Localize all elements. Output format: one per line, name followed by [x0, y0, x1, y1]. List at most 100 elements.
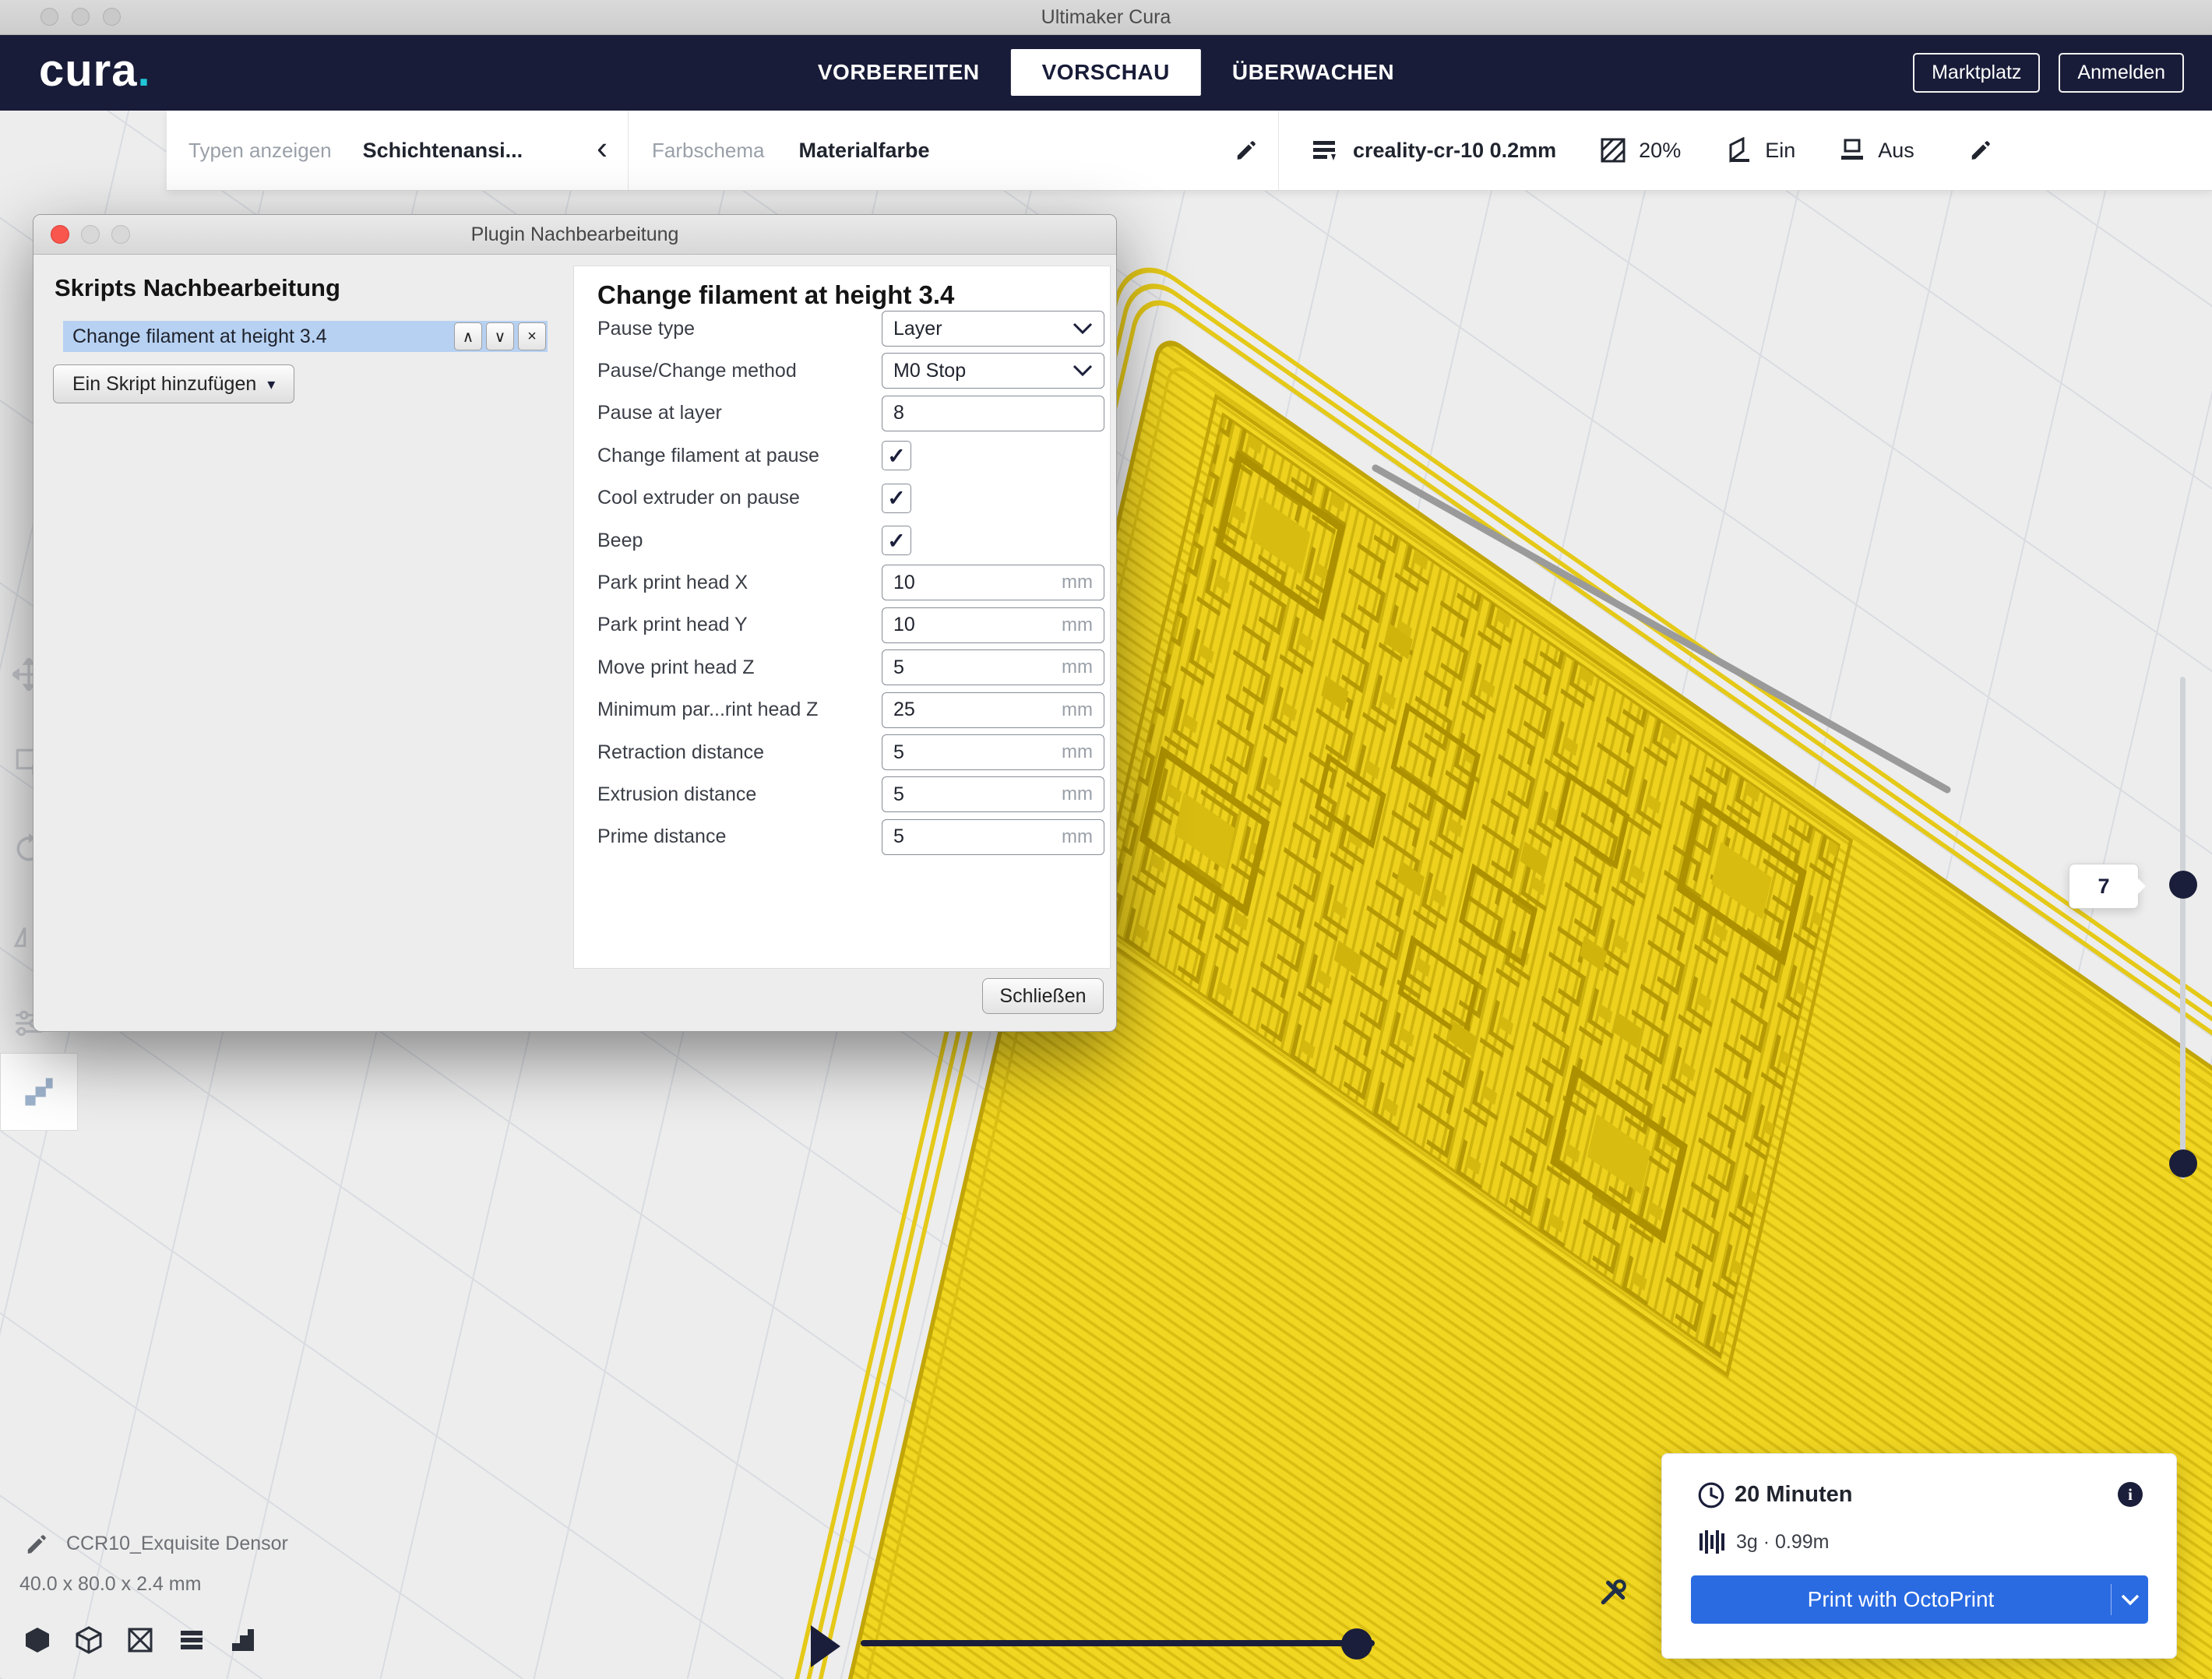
field-input[interactable]: 5mm	[882, 734, 1104, 770]
rename-model-icon[interactable]	[25, 1533, 48, 1556]
close-window-button[interactable]	[41, 8, 58, 26]
window-controls	[41, 8, 121, 26]
model-list-tile[interactable]	[0, 1053, 78, 1131]
field-select[interactable]: M0 Stop	[882, 353, 1104, 389]
layer-slider-track[interactable]	[2180, 677, 2186, 1179]
layer-number: 7	[2098, 875, 2109, 899]
dialog-close-traffic-button[interactable]	[51, 225, 69, 244]
color-scheme-value[interactable]: Materialfarbe	[799, 139, 930, 163]
print-options-dropdown[interactable]	[2112, 1575, 2148, 1624]
remove-script-button[interactable]: ×	[518, 322, 546, 350]
cura-window: 7 CCR10_Exquisite Densor 40.0 x 80.0 x 2…	[0, 0, 2212, 1679]
input-unit: mm	[1062, 656, 1093, 678]
macos-titlebar[interactable]: Ultimaker Cura	[0, 0, 2212, 35]
tab-vorbereiten[interactable]: VORBEREITEN	[787, 49, 1011, 96]
layer-slider-lower-handle[interactable]	[2169, 1149, 2197, 1177]
view-type-value[interactable]: Schichtenansi...	[363, 139, 523, 163]
edit-color-scheme-icon[interactable]	[1235, 139, 1258, 162]
view-layers-icon[interactable]	[178, 1626, 206, 1654]
field-label: Pause type	[597, 318, 854, 340]
window-title: Ultimaker Cura	[1041, 6, 1171, 29]
timeline-slider-handle[interactable]	[1341, 1628, 1372, 1660]
color-scheme-label: Farbschema	[652, 139, 765, 163]
field-select[interactable]: Layer	[882, 311, 1104, 347]
printer-profile-value[interactable]: creality-cr-10 0.2mm	[1353, 139, 1556, 163]
tab-ueberwachen[interactable]: ÜBERWACHEN	[1201, 49, 1425, 96]
scripts-heading: Skripts Nachbearbeitung	[55, 274, 340, 302]
field-label: Move print head Z	[597, 656, 854, 679]
dialog-titlebar[interactable]: Plugin Nachbearbeitung	[33, 215, 1116, 255]
model-list-icon	[22, 1075, 56, 1109]
script-list-item-selected[interactable]: Change filament at height 3.4 ∧ ∨ ×	[63, 321, 548, 352]
field-row-pause-at-layer: Pause at layer8	[597, 396, 1096, 431]
post-processing-dialog: Plugin Nachbearbeitung Skripts Nachbearb…	[33, 214, 1117, 1032]
signin-button[interactable]: Anmelden	[2059, 53, 2184, 93]
play-button[interactable]	[811, 1625, 840, 1667]
move-script-down-button[interactable]: ∨	[486, 322, 514, 350]
field-row-move-print-head-z: Move print head Z 5 mm	[597, 649, 1096, 685]
move-script-up-button[interactable]: ∧	[454, 322, 482, 350]
print-time-estimate: 20 Minuten	[1735, 1482, 1852, 1508]
dialog-close-button[interactable]: Schließen	[982, 978, 1104, 1014]
input-value: 5	[893, 825, 904, 848]
chevron-left-icon[interactable]: ‹	[597, 132, 608, 164]
dialog-minimize-traffic-button[interactable]	[81, 225, 100, 244]
support-value[interactable]: Ein	[1765, 139, 1795, 163]
input-unit: mm	[1062, 826, 1093, 848]
script-settings-heading: Change filament at height 3.4	[597, 280, 954, 310]
layer-number-tooltip: 7	[2069, 864, 2139, 909]
adhesion-value[interactable]: Aus	[1878, 139, 1914, 163]
edit-print-settings-icon[interactable]	[1969, 139, 1992, 162]
field-checkbox[interactable]: ✓	[882, 441, 911, 470]
octoprint-settings-wrench-icon[interactable]	[1598, 1578, 1628, 1607]
infill-icon	[1600, 137, 1626, 164]
caret-down-icon: ▾	[267, 375, 275, 394]
field-row-change-filament-at-pause: Change filament at pause✓	[597, 438, 1096, 473]
tab-vorschau[interactable]: VORSCHAU	[1011, 49, 1201, 96]
layer-slider-upper-handle[interactable]	[2169, 871, 2197, 899]
dialog-zoom-traffic-button[interactable]	[111, 225, 130, 244]
view-cube-icon[interactable]	[75, 1626, 103, 1654]
dialog-window-controls	[51, 225, 130, 244]
input-value: 5	[893, 783, 904, 806]
color-scheme-section[interactable]: Farbschema Materialfarbe	[628, 111, 1278, 190]
view-type-section[interactable]: Typen anzeigen Schichtenansi... ‹	[167, 111, 628, 190]
minimize-window-button[interactable]	[72, 8, 90, 26]
timeline-slider-track[interactable]	[861, 1640, 1375, 1646]
add-script-dropdown[interactable]: Ein Skript hinzufügen ▾	[53, 364, 294, 403]
input-value: 10	[893, 572, 915, 594]
view-steps-icon[interactable]	[229, 1626, 257, 1654]
field-input[interactable]: 5 mm	[882, 649, 1104, 685]
zoom-window-button[interactable]	[103, 8, 121, 26]
view-mode-buttons	[23, 1626, 257, 1654]
field-input[interactable]: 25 mm	[882, 692, 1104, 728]
print-with-octoprint-button[interactable]: Print with OctoPrint	[1691, 1575, 2148, 1624]
view-solid-cube-icon[interactable]	[23, 1626, 51, 1654]
input-value: 5	[893, 656, 904, 679]
view-wireframe-icon[interactable]	[126, 1626, 154, 1654]
select-value: M0 Stop	[893, 360, 966, 382]
field-checkbox[interactable]: ✓	[882, 484, 911, 513]
field-input[interactable]: 5 mm	[882, 776, 1104, 812]
field-input[interactable]: 10mm	[882, 565, 1104, 600]
input-unit: mm	[1062, 741, 1093, 763]
field-label: Park print head Y	[597, 614, 854, 636]
marketplace-button[interactable]: Marktplatz	[1913, 53, 2040, 93]
script-name: Change filament at height 3.4	[72, 326, 327, 348]
print-settings-section[interactable]: creality-cr-10 0.2mm 20% Ein Aus	[1278, 111, 2212, 190]
input-value: 25	[893, 699, 915, 721]
field-checkbox[interactable]: ✓	[882, 526, 911, 555]
field-input[interactable]: 8	[882, 396, 1104, 431]
infill-value[interactable]: 20%	[1639, 139, 1681, 163]
info-icon[interactable]: i	[2118, 1482, 2143, 1507]
field-label: Retraction distance	[597, 741, 854, 764]
input-unit: mm	[1062, 699, 1093, 721]
input-unit: mm	[1062, 614, 1093, 636]
field-input[interactable]: 10mm	[882, 607, 1104, 643]
field-row-park-print-head-y: Park print head Y10mm	[597, 607, 1096, 643]
chevron-down-icon	[2121, 1594, 2140, 1606]
field-row-extrusion-distance: Extrusion distance5mm	[597, 776, 1096, 812]
input-unit: mm	[1062, 783, 1093, 805]
field-input[interactable]: 5 mm	[882, 819, 1104, 855]
field-label: Beep	[597, 530, 854, 552]
